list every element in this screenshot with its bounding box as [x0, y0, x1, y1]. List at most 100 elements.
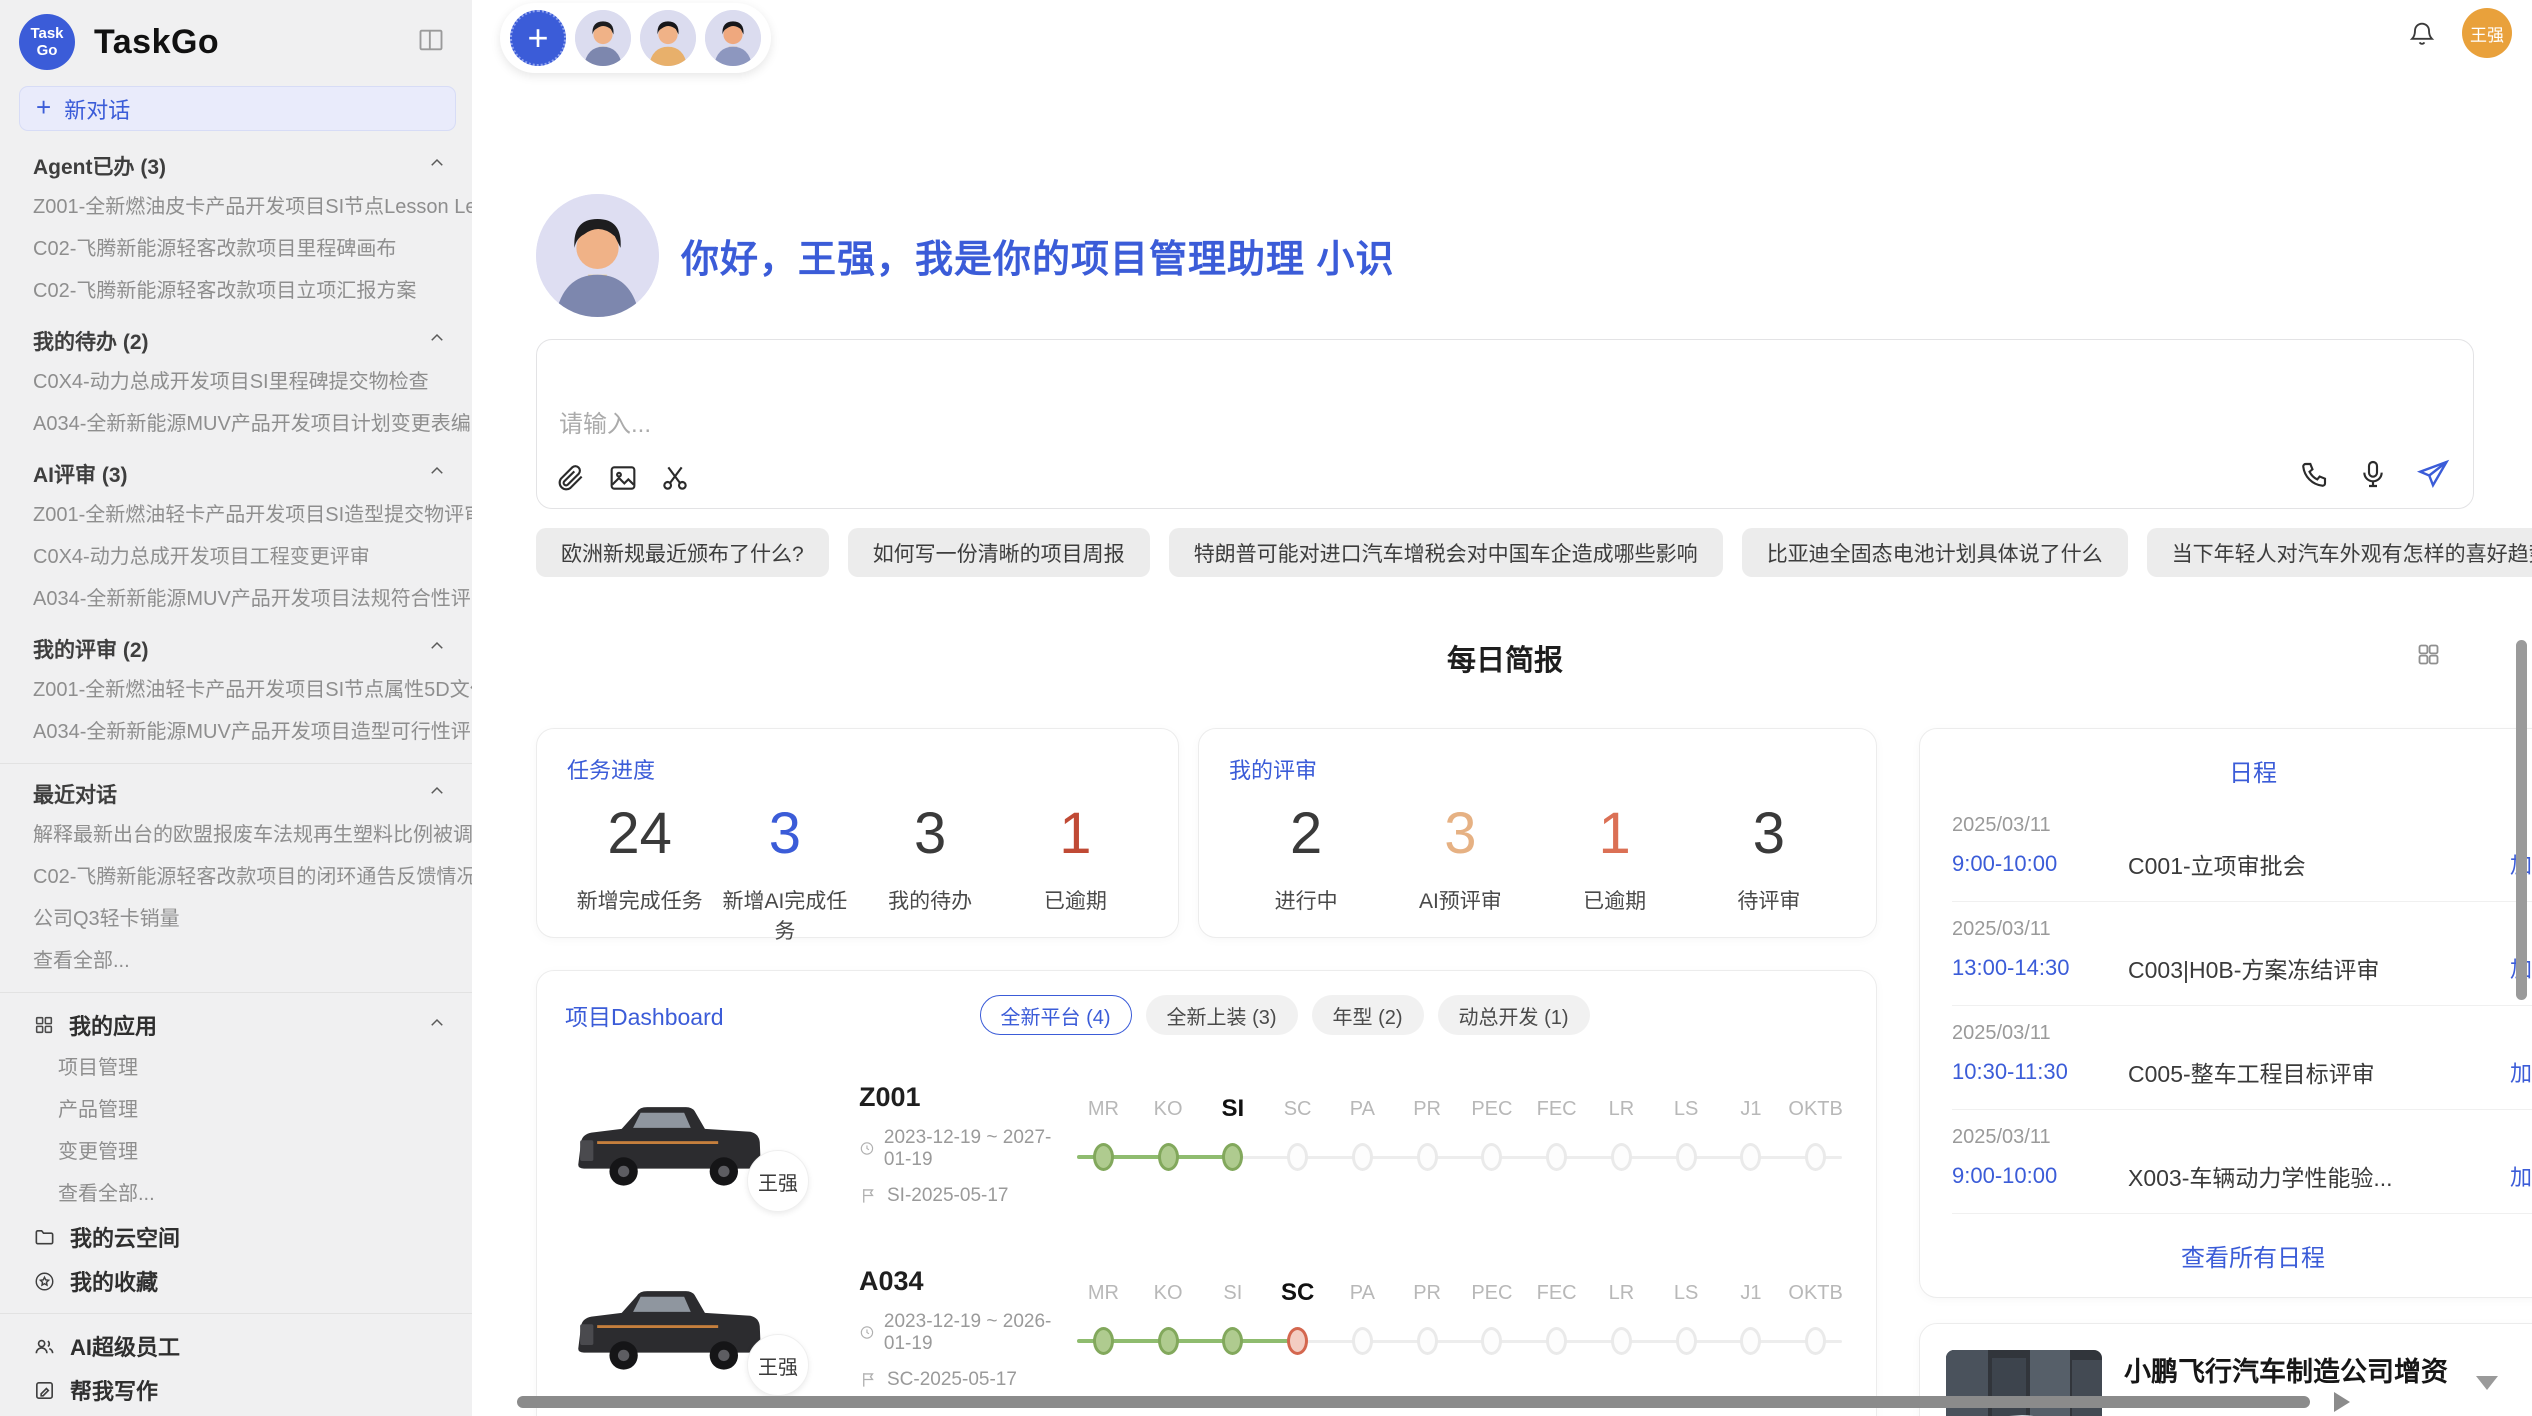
project-image: 王强 [565, 1270, 811, 1386]
agent-avatar-3[interactable] [705, 10, 761, 66]
app-subitem[interactable]: 项目管理 [0, 1047, 472, 1089]
sidebar-tool-item[interactable]: AI超级员工 [0, 1324, 472, 1368]
agent-avatar-2[interactable] [640, 10, 696, 66]
suggestion-chip[interactable]: 特朗普可能对进口汽车增税会对中国车企造成哪些影响 [1169, 528, 1723, 577]
greeting-row: 你好，王强，我是你的项目管理助理 小识 [536, 194, 2474, 317]
scroll-down-arrow[interactable] [2476, 1376, 2498, 1390]
recent-chat-item[interactable]: 查看全部... [0, 940, 472, 982]
attachment-icon[interactable] [555, 462, 587, 494]
schedule-time: 13:00-14:30 [1952, 955, 2128, 981]
new-chat-button[interactable]: + 新对话 [19, 86, 456, 131]
stat-value: 3 [1692, 791, 1846, 877]
sidebar-tool-item[interactable]: 创意制图 [0, 1412, 472, 1416]
agent-avatar-1[interactable] [575, 10, 631, 66]
suggestion-chip[interactable]: 如何写一份清晰的项目周报 [848, 528, 1150, 577]
join-meeting-link[interactable]: 加入 [2510, 1160, 2532, 1192]
sidebar-item[interactable]: A034-全新新能源MUV产品开发项目法规符合性评审 [0, 578, 472, 620]
collapse-sidebar-icon[interactable] [416, 26, 446, 54]
stat-items: 24新增完成任务3新增AI完成任务3我的待办1已逾期 [567, 791, 1148, 945]
sidebar-item-my-apps[interactable]: 我的应用 [0, 1003, 472, 1047]
dashboard-tab[interactable]: 年型 (2) [1312, 995, 1424, 1035]
sidebar-section-header[interactable]: Agent已办 (3) [0, 146, 472, 186]
suggestion-chip[interactable]: 比亚迪全固态电池计划具体说了什么 [1742, 528, 2128, 577]
milestone: MR [1071, 1094, 1136, 1171]
image-icon[interactable] [607, 462, 639, 494]
sidebar-item[interactable]: A034-全新新能源MUV产品开发项目造型可行性评审 [0, 711, 472, 753]
my-apps-label: 我的应用 [69, 1009, 157, 1041]
project-row[interactable]: 王强A0342023-12-19 ~ 2026-01-19SC-2025-05-… [565, 1253, 1848, 1403]
project-row[interactable]: 王强Z0012023-12-19 ~ 2027-01-19SI-2025-05-… [565, 1069, 1848, 1219]
milestone-label: FEC [1537, 1094, 1577, 1124]
stat-value: 2 [1229, 791, 1383, 877]
sidebar-item-folder[interactable]: 我的云空间 [0, 1215, 472, 1259]
sidebar-section-header[interactable]: 最近对话 [0, 774, 472, 814]
milestone-node [1158, 1143, 1179, 1171]
sidebar-item[interactable]: Z001-全新燃油皮卡产品开发项目SI节点Lesson Learn报告 [0, 186, 472, 228]
microphone-icon[interactable] [2357, 458, 2389, 490]
sidebar-item-star[interactable]: 我的收藏 [0, 1259, 472, 1303]
chevron-up-icon [428, 329, 446, 353]
recent-chat-item[interactable]: 解释最新出台的欧盟报废车法规再生塑料比例被调至15%... [0, 814, 472, 856]
scissors-icon[interactable] [659, 462, 691, 494]
project-owner-badge: 王强 [747, 1334, 809, 1396]
sidebar-item[interactable]: C02-飞腾新能源轻客改款项目里程碑画布 [0, 228, 472, 270]
join-meeting-link[interactable]: 加入 [2510, 1056, 2532, 1088]
sidebar-item[interactable]: C0X4-动力总成开发项目工程变更评审 [0, 536, 472, 578]
milestone-node [1805, 1327, 1826, 1355]
milestone: MR [1071, 1278, 1136, 1355]
flag-icon [859, 1370, 878, 1389]
dashboard-tab[interactable]: 全新平台 (4) [980, 995, 1132, 1035]
scroll-right-arrow[interactable] [2334, 1392, 2350, 1412]
milestone: PA [1330, 1094, 1395, 1171]
project-code: A034 [859, 1266, 1065, 1297]
sidebar-item[interactable]: C02-飞腾新能源轻客改款项目立项汇报方案 [0, 270, 472, 312]
dashboard-tab[interactable]: 动总开发 (1) [1438, 995, 1590, 1035]
schedule-item: 2025/03/1113:00-14:30C003|H0B-方案冻结评审加入 [1952, 902, 2532, 1006]
notification-bell-icon[interactable] [2408, 18, 2436, 48]
milestone: PEC [1460, 1094, 1525, 1171]
suggestion-chip[interactable]: 欧洲新规最近颁布了什么? [536, 528, 829, 577]
schedule-item: 2025/03/119:00-10:00X003-车辆动力学性能验...加入 [1952, 1110, 2532, 1214]
app-subitem[interactable]: 查看全部... [0, 1173, 472, 1215]
app-subitem[interactable]: 变更管理 [0, 1131, 472, 1173]
topbar-right: 王强 [2408, 8, 2512, 58]
recent-chat-item[interactable]: 公司Q3轻卡销量 [0, 898, 472, 940]
sidebar-section-header[interactable]: 我的待办 (2) [0, 321, 472, 361]
vertical-scrollbar[interactable] [2516, 640, 2527, 1000]
send-icon[interactable] [2415, 456, 2451, 492]
milestone-label: LR [1609, 1278, 1635, 1308]
chat-input-box[interactable]: 请输入... [536, 339, 2474, 509]
milestone-node [1093, 1327, 1114, 1355]
milestone: FEC [1524, 1278, 1589, 1355]
recent-chat-item[interactable]: C02-飞腾新能源轻客改款项目的闭环通告反馈情况 [0, 856, 472, 898]
stat-label: 已逾期 [1003, 885, 1148, 915]
user-avatar[interactable]: 王强 [2462, 8, 2512, 58]
milestone-node [1158, 1327, 1179, 1355]
phone-call-icon[interactable] [2299, 458, 2331, 490]
stat-label: AI预评审 [1383, 885, 1537, 915]
schedule-date: 2025/03/11 [1952, 1022, 2532, 1045]
sidebar-tool-label: 帮我写作 [70, 1374, 158, 1406]
milestone-label: KO [1154, 1278, 1183, 1308]
suggestion-chip[interactable]: 当下年轻人对汽车外观有怎样的喜好趋势 [2147, 528, 2532, 577]
sidebar-section-header[interactable]: 我的评审 (2) [0, 629, 472, 669]
view-all-schedule-link[interactable]: 查看所有日程 [1952, 1238, 2532, 1273]
sidebar-item[interactable]: Z001-全新燃油轻卡产品开发项目SI节点属性5D文件评审 [0, 669, 472, 711]
write-icon [33, 1379, 56, 1402]
briefing-header: 每日简报 [536, 637, 2474, 679]
milestone: OKTB [1783, 1278, 1848, 1355]
horizontal-scrollbar[interactable] [517, 1396, 2310, 1408]
milestone-columns: MRKOSISCPAPRPECFECLRLSJ1OKTB [1071, 1094, 1848, 1171]
schedule-card: 日程 2025/03/119:00-10:00C001-立项审批会加入2025/… [1919, 728, 2532, 1298]
sidebar-tool-item[interactable]: 帮我写作 [0, 1368, 472, 1412]
add-agent-button[interactable]: + [510, 10, 566, 66]
sidebar-section-header[interactable]: AI评审 (3) [0, 454, 472, 494]
dashboard-tab[interactable]: 全新上装 (3) [1146, 995, 1298, 1035]
sidebar-item[interactable]: C0X4-动力总成开发项目SI里程碑提交物检查 [0, 361, 472, 403]
chevron-up-icon [428, 782, 446, 806]
app-subitem[interactable]: 产品管理 [0, 1089, 472, 1131]
sidebar-item[interactable]: A034-全新新能源MUV产品开发项目计划变更表编写 [0, 403, 472, 445]
dashboard-title: 项目Dashboard [565, 998, 724, 1032]
layout-grid-icon[interactable] [2415, 641, 2442, 668]
sidebar-item[interactable]: Z001-全新燃油轻卡产品开发项目SI造型提交物评审 [0, 494, 472, 536]
